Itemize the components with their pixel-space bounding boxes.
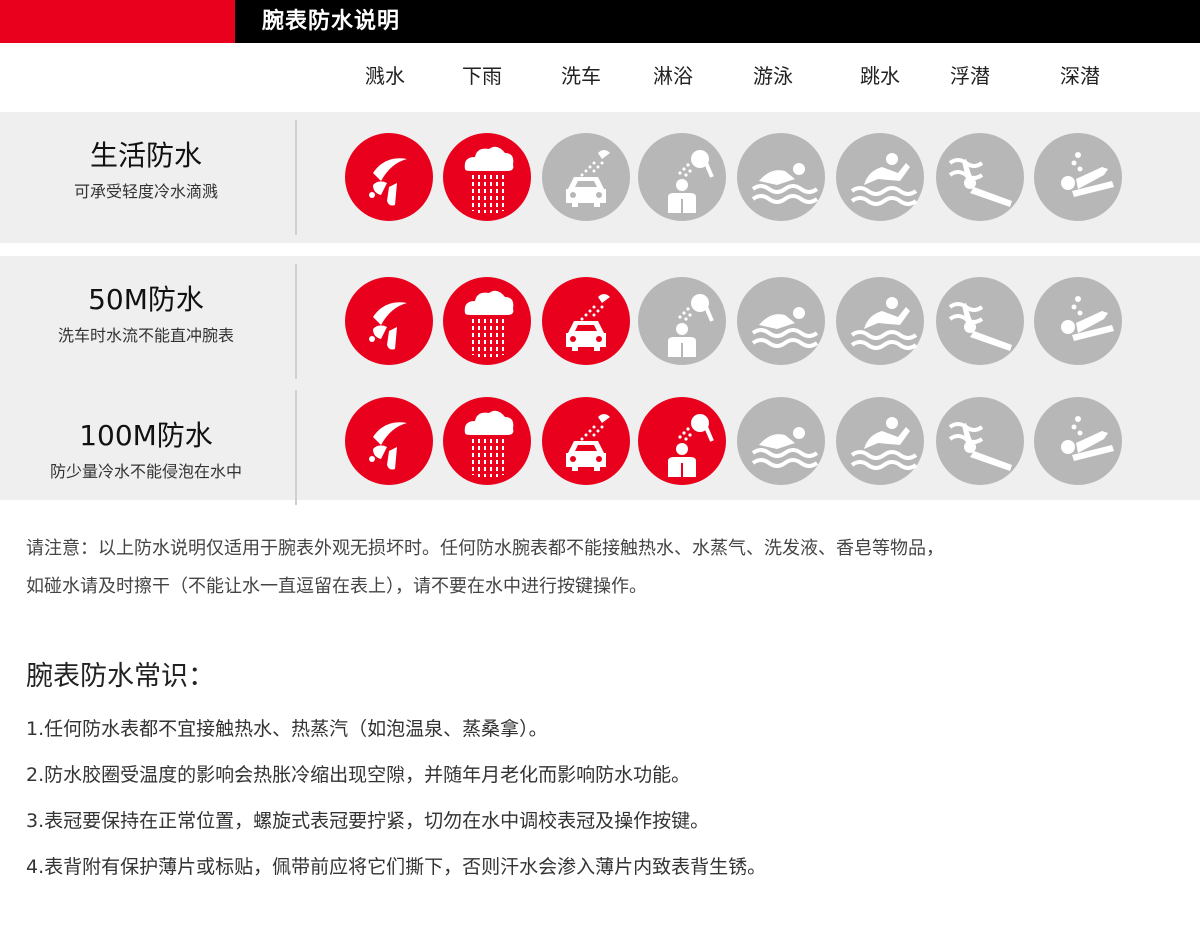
deep-dive-icon: [1034, 277, 1122, 365]
header-accent: [0, 0, 235, 43]
row-title: 生活防水: [89, 139, 202, 172]
splash-icon: [345, 133, 433, 221]
tip-item: 1.任何防水表都不宜接触热水、热蒸汽（如泡温泉、蒸桑拿）。: [26, 718, 548, 740]
dive-icon: [836, 277, 924, 365]
row-label: 100M防水 防少量冷水不能侵泡在水中: [0, 382, 292, 500]
row-50m-waterproof: 50M防水 洗车时水流不能直冲腕表: [0, 256, 1200, 387]
tip-item: 3.表冠要保持在正常位置，螺旋式表冠要拧紧，切勿在水中调校表冠及操作按键。: [26, 810, 710, 832]
tips-title: 腕表防水常识：: [26, 661, 215, 692]
page-title: 腕表防水说明: [262, 9, 401, 34]
swim-icon: [737, 277, 825, 365]
car-wash-icon: [542, 277, 630, 365]
car-wash-icon: [542, 133, 630, 221]
deep-dive-icon: [1034, 133, 1122, 221]
dive-icon: [836, 397, 924, 485]
shower-icon: [638, 397, 726, 485]
swim-icon: [737, 133, 825, 221]
column-header: 深潜: [1060, 64, 1100, 88]
row-desc: 防少量冷水不能侵泡在水中: [49, 462, 242, 481]
row-title: 50M防水: [88, 283, 204, 316]
row-life-waterproof: 生活防水 可承受轻度冷水滴溅: [0, 112, 1200, 243]
rain-icon: [443, 397, 531, 485]
tip-item: 4.表背附有保护薄片或标贴，佩带前应将它们撕下，否则汗水会渗入薄片内致表背生锈。: [26, 856, 767, 878]
column-header: 游泳: [753, 64, 793, 88]
row-title: 100M防水: [79, 419, 213, 452]
notice-line: 请注意：以上防水说明仅适用于腕表外观无损坏时。任何防水腕表都不能接触热水、水蒸气…: [26, 538, 944, 559]
shower-icon: [638, 277, 726, 365]
rain-icon: [443, 277, 531, 365]
dive-icon: [836, 133, 924, 221]
column-header: 下雨: [462, 64, 502, 88]
row-label: 50M防水 洗车时水流不能直冲腕表: [0, 256, 292, 387]
row-desc: 洗车时水流不能直冲腕表: [57, 326, 234, 345]
column-header: 溅水: [365, 64, 405, 88]
column-header: 洗车: [561, 64, 601, 88]
header-bar: 腕表防水说明: [0, 0, 1200, 43]
row-divider: [295, 120, 297, 235]
notice-text: 请注意：以上防水说明仅适用于腕表外观无损坏时。任何防水腕表都不能接触热水、水蒸气…: [26, 530, 1176, 606]
snorkel-icon: [936, 277, 1024, 365]
row-100m-waterproof: 100M防水 防少量冷水不能侵泡在水中: [0, 382, 1200, 505]
deep-dive-icon: [1034, 397, 1122, 485]
row-divider: [295, 390, 297, 505]
swim-icon: [737, 397, 825, 485]
car-wash-icon: [542, 397, 630, 485]
row-divider: [295, 264, 297, 379]
tip-item: 2.防水胶圈受温度的影响会热胀冷缩出现空隙，并随年月老化而影响防水功能。: [26, 764, 691, 786]
splash-icon: [345, 397, 433, 485]
row-desc: 可承受轻度冷水滴溅: [73, 182, 218, 201]
row-label: 生活防水 可承受轻度冷水滴溅: [0, 112, 292, 243]
rain-icon: [443, 133, 531, 221]
notice-line: 如碰水请及时擦干（不能让水一直逗留在表上），请不要在水中进行按键操作。: [26, 576, 647, 597]
column-header: 跳水: [860, 64, 900, 88]
snorkel-icon: [936, 397, 1024, 485]
column-header: 淋浴: [653, 64, 693, 88]
shower-icon: [638, 133, 726, 221]
column-header: 浮潜: [950, 64, 990, 88]
snorkel-icon: [936, 133, 1024, 221]
splash-icon: [345, 277, 433, 365]
